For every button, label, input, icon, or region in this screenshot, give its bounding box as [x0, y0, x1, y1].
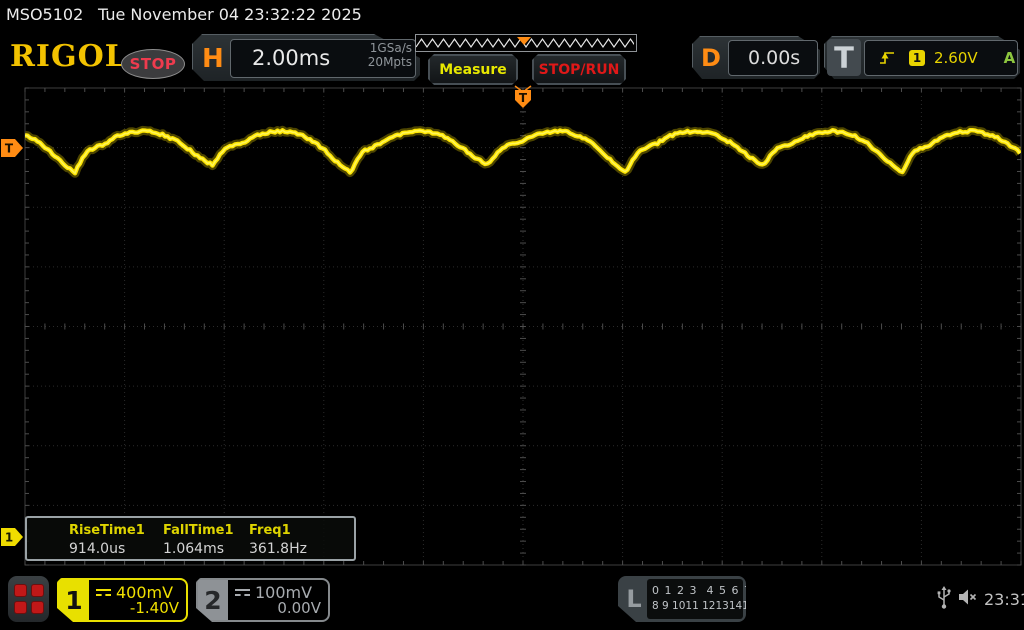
model-name: MSO5102: [6, 5, 83, 24]
oscilloscope-screen: T T 1 MSO5102 Tue November 04 23:32:22 202…: [0, 0, 1024, 630]
channel2-panel[interactable]: 2 100mV 0.00V: [196, 578, 330, 622]
measurement-risetime: RiseTime1 914.0us: [69, 518, 164, 559]
overview-zigzag: [416, 36, 634, 50]
svg-text:T: T: [5, 142, 14, 156]
measurement-label: RiseTime1: [69, 523, 145, 538]
ch1-ground-marker[interactable]: 1: [1, 528, 23, 546]
measurement-results-box[interactable]: RiseTime1 914.0us FallTime1 1.064ms Freq…: [25, 516, 356, 561]
waveform-overview-strip[interactable]: [415, 34, 637, 52]
svg-text:T: T: [519, 91, 528, 105]
channel1-offset: -1.40V: [130, 599, 179, 617]
datetime-text: Tue November 04 23:32:22 2025: [98, 5, 362, 24]
measurement-label: FallTime1: [163, 523, 234, 538]
status-clock: 23:31: [984, 590, 1024, 609]
logic-label: L: [622, 582, 646, 616]
delay-label: D: [701, 44, 721, 72]
acquisition-status-badge: STOP: [121, 49, 185, 79]
measure-button[interactable]: Measure: [428, 54, 518, 85]
trigger-edge-icon: [879, 50, 895, 66]
grid: [25, 88, 1021, 565]
trigger-level-marker[interactable]: T: [1, 139, 23, 157]
dc-coupling-icon: [235, 588, 250, 597]
sample-rate: 1GSa/s: [342, 41, 412, 55]
menu-button[interactable]: [8, 576, 49, 622]
menu-grid-icon: [14, 601, 27, 614]
measurement-value: 914.0us: [69, 541, 125, 557]
sample-rate-block: 1GSa/s 20Mpts: [342, 41, 412, 69]
dc-coupling-icon: [96, 588, 111, 597]
trigger-level-value: 2.60V: [934, 49, 978, 67]
stop-run-button[interactable]: STOP/RUN: [532, 54, 626, 85]
logic-row-0-7: 0 1 2 3 4 5 6 7: [652, 584, 752, 597]
channel2-offset: 0.00V: [277, 599, 321, 617]
logic-channel-list: 0 1 2 3 4 5 6 7 8 9 1011 12131415: [647, 579, 743, 619]
measurement-falltime: FallTime1 1.064ms: [163, 518, 258, 559]
logic-row-8-15: 8 9 1011 12131415: [652, 600, 756, 612]
trigger-label: T: [827, 39, 861, 76]
top-info-bar: MSO5102 Tue November 04 23:32:22 2025: [0, 0, 1024, 28]
horizontal-label: H: [202, 44, 224, 74]
memory-depth: 20Mpts: [342, 55, 412, 69]
channel1-panel[interactable]: 1 400mV -1.40V: [57, 578, 188, 622]
trigger-lcd[interactable]: 1 2.60V A: [864, 40, 1018, 76]
channel2-values: 100mV 0.00V: [228, 580, 328, 620]
measurement-value: 1.064ms: [163, 541, 224, 557]
svg-text:1: 1: [5, 531, 13, 545]
waveform-trace-ch1: [25, 130, 1020, 173]
menu-grid-icon: [31, 601, 44, 614]
logic-channels-panel[interactable]: L 0 1 2 3 4 5 6 7 8 9 1011 12131415: [618, 576, 746, 622]
timebase-value: 2.00ms: [252, 46, 330, 70]
trigger-mode: A: [1004, 49, 1016, 67]
speaker-muted-icon: [957, 588, 979, 606]
menu-grid-icon: [31, 584, 44, 597]
measurement-label: Freq1: [249, 523, 291, 538]
rigol-logo: RIGOL: [10, 39, 127, 74]
channel1-values: 400mV -1.40V: [89, 580, 186, 620]
trigger-source-badge: 1: [909, 50, 925, 66]
menu-grid-icon: [14, 584, 27, 597]
measurement-freq: Freq1 361.8Hz: [249, 518, 344, 559]
usb-icon: [936, 586, 952, 610]
measurement-value: 361.8Hz: [249, 541, 307, 557]
delay-value: 0.00s: [748, 47, 800, 69]
